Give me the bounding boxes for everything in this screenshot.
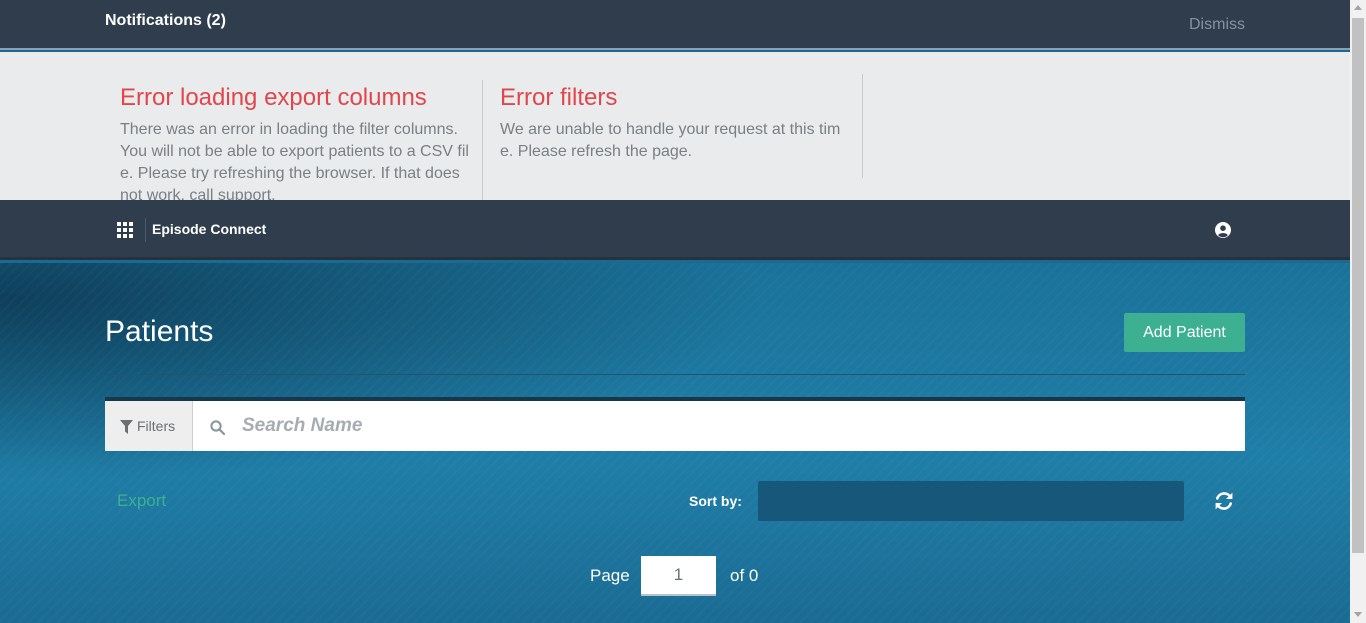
user-circle-icon[interactable]	[1215, 222, 1231, 238]
notification-card: Error filters We are unable to handle yo…	[500, 52, 850, 200]
search-bar: Filters	[105, 397, 1245, 451]
filters-label: Filters	[137, 418, 176, 434]
notification-card: Error loading export columns There was a…	[120, 52, 470, 200]
add-patient-button[interactable]: Add Patient	[1124, 313, 1245, 352]
brand-name[interactable]: Episode Connect	[152, 221, 266, 237]
page-number-input[interactable]	[641, 556, 716, 596]
dismiss-button[interactable]: Dismiss	[1189, 16, 1245, 34]
page-label: Page	[590, 566, 630, 585]
page-total-label: of 0	[730, 566, 759, 585]
refresh-icon[interactable]	[1213, 490, 1235, 512]
notification-title: Error loading export columns	[120, 84, 427, 111]
notifications-title: Notifications (2)	[105, 12, 226, 29]
export-link[interactable]: Export	[117, 491, 166, 511]
search-input[interactable]	[242, 407, 1232, 445]
notification-message: There was an error in loading the filter…	[120, 121, 469, 200]
notification-message: We are unable to handle your request at …	[500, 121, 841, 160]
scroll-down-arrow-icon[interactable]	[1354, 612, 1362, 617]
page-title: Patients	[105, 315, 214, 348]
filters-button[interactable]: Filters	[105, 401, 193, 451]
grid-icon[interactable]	[117, 222, 133, 238]
scrollbar-thumb[interactable]	[1352, 18, 1364, 553]
scroll-up-arrow-icon[interactable]	[1354, 5, 1362, 10]
filter-icon	[120, 420, 133, 434]
search-icon	[210, 420, 225, 435]
sort-select[interactable]	[758, 481, 1184, 521]
notifications-panel: Error loading export columns There was a…	[0, 52, 1350, 200]
navbar-divider	[145, 218, 146, 242]
sort-label: Sort by:	[689, 493, 742, 509]
notification-divider	[862, 74, 863, 178]
notifications-bar: Notifications (2) Dismiss	[0, 0, 1350, 50]
notification-divider	[482, 80, 483, 200]
notification-title: Error filters	[500, 84, 618, 111]
title-divider	[105, 374, 1245, 375]
